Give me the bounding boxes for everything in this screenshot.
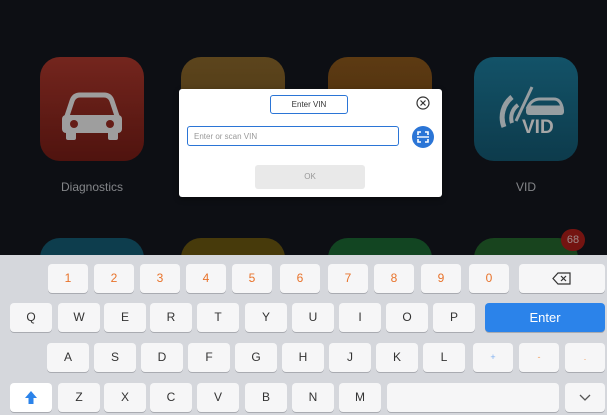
key-d[interactable]: D (141, 343, 183, 372)
key-h[interactable]: H (282, 343, 324, 372)
hide-keyboard-icon (579, 394, 591, 401)
key-j[interactable]: J (329, 343, 371, 372)
enter-vin-dialog: Enter VIN Enter or scan VIN OK (179, 89, 442, 197)
close-icon[interactable] (416, 96, 430, 110)
key-t[interactable]: T (197, 303, 239, 332)
key-u[interactable]: U (292, 303, 334, 332)
backspace-key[interactable] (519, 264, 605, 293)
enter-key[interactable]: Enter (485, 303, 605, 332)
key-2[interactable]: 2 (94, 264, 134, 293)
backspace-icon (552, 272, 571, 285)
scan-vin-button[interactable] (412, 126, 434, 148)
key-x[interactable]: X (104, 383, 146, 412)
key-9[interactable]: 9 (421, 264, 461, 293)
key-w[interactable]: W (58, 303, 100, 332)
key-p[interactable]: P (433, 303, 475, 332)
key-4[interactable]: 4 (186, 264, 226, 293)
key-minus[interactable]: - (519, 343, 559, 372)
shift-icon (25, 391, 37, 404)
key-o[interactable]: O (386, 303, 428, 332)
key-q[interactable]: Q (10, 303, 52, 332)
key-f[interactable]: F (188, 343, 230, 372)
key-a[interactable]: A (47, 343, 89, 372)
key-6[interactable]: 6 (280, 264, 320, 293)
shift-key[interactable] (10, 383, 52, 412)
key-m[interactable]: M (339, 383, 381, 412)
key-1[interactable]: 1 (48, 264, 88, 293)
on-screen-keyboard: 1 2 3 4 5 6 7 8 9 0 Q W E R T Y U I O P … (0, 255, 607, 415)
key-r[interactable]: R (150, 303, 192, 332)
key-n[interactable]: N (292, 383, 334, 412)
key-7[interactable]: 7 (328, 264, 368, 293)
key-period[interactable]: . (565, 343, 605, 372)
key-i[interactable]: I (339, 303, 381, 332)
key-k[interactable]: K (376, 343, 418, 372)
key-plus[interactable]: + (473, 343, 513, 372)
key-8[interactable]: 8 (374, 264, 414, 293)
space-key[interactable] (387, 383, 559, 412)
hide-keyboard-key[interactable] (565, 383, 605, 412)
key-b[interactable]: B (245, 383, 287, 412)
key-e[interactable]: E (104, 303, 146, 332)
vin-input[interactable]: Enter or scan VIN (187, 126, 399, 146)
key-v[interactable]: V (197, 383, 239, 412)
scan-icon (417, 131, 429, 143)
key-s[interactable]: S (94, 343, 136, 372)
key-c[interactable]: C (150, 383, 192, 412)
key-0[interactable]: 0 (469, 264, 509, 293)
ok-button[interactable]: OK (255, 165, 365, 189)
key-g[interactable]: G (235, 343, 277, 372)
key-y[interactable]: Y (245, 303, 287, 332)
key-z[interactable]: Z (58, 383, 100, 412)
key-5[interactable]: 5 (232, 264, 272, 293)
key-l[interactable]: L (423, 343, 465, 372)
dialog-title: Enter VIN (270, 95, 348, 114)
screen: VID Diagnostics VID 68 Enter VIN Enter o… (0, 0, 607, 415)
key-3[interactable]: 3 (140, 264, 180, 293)
